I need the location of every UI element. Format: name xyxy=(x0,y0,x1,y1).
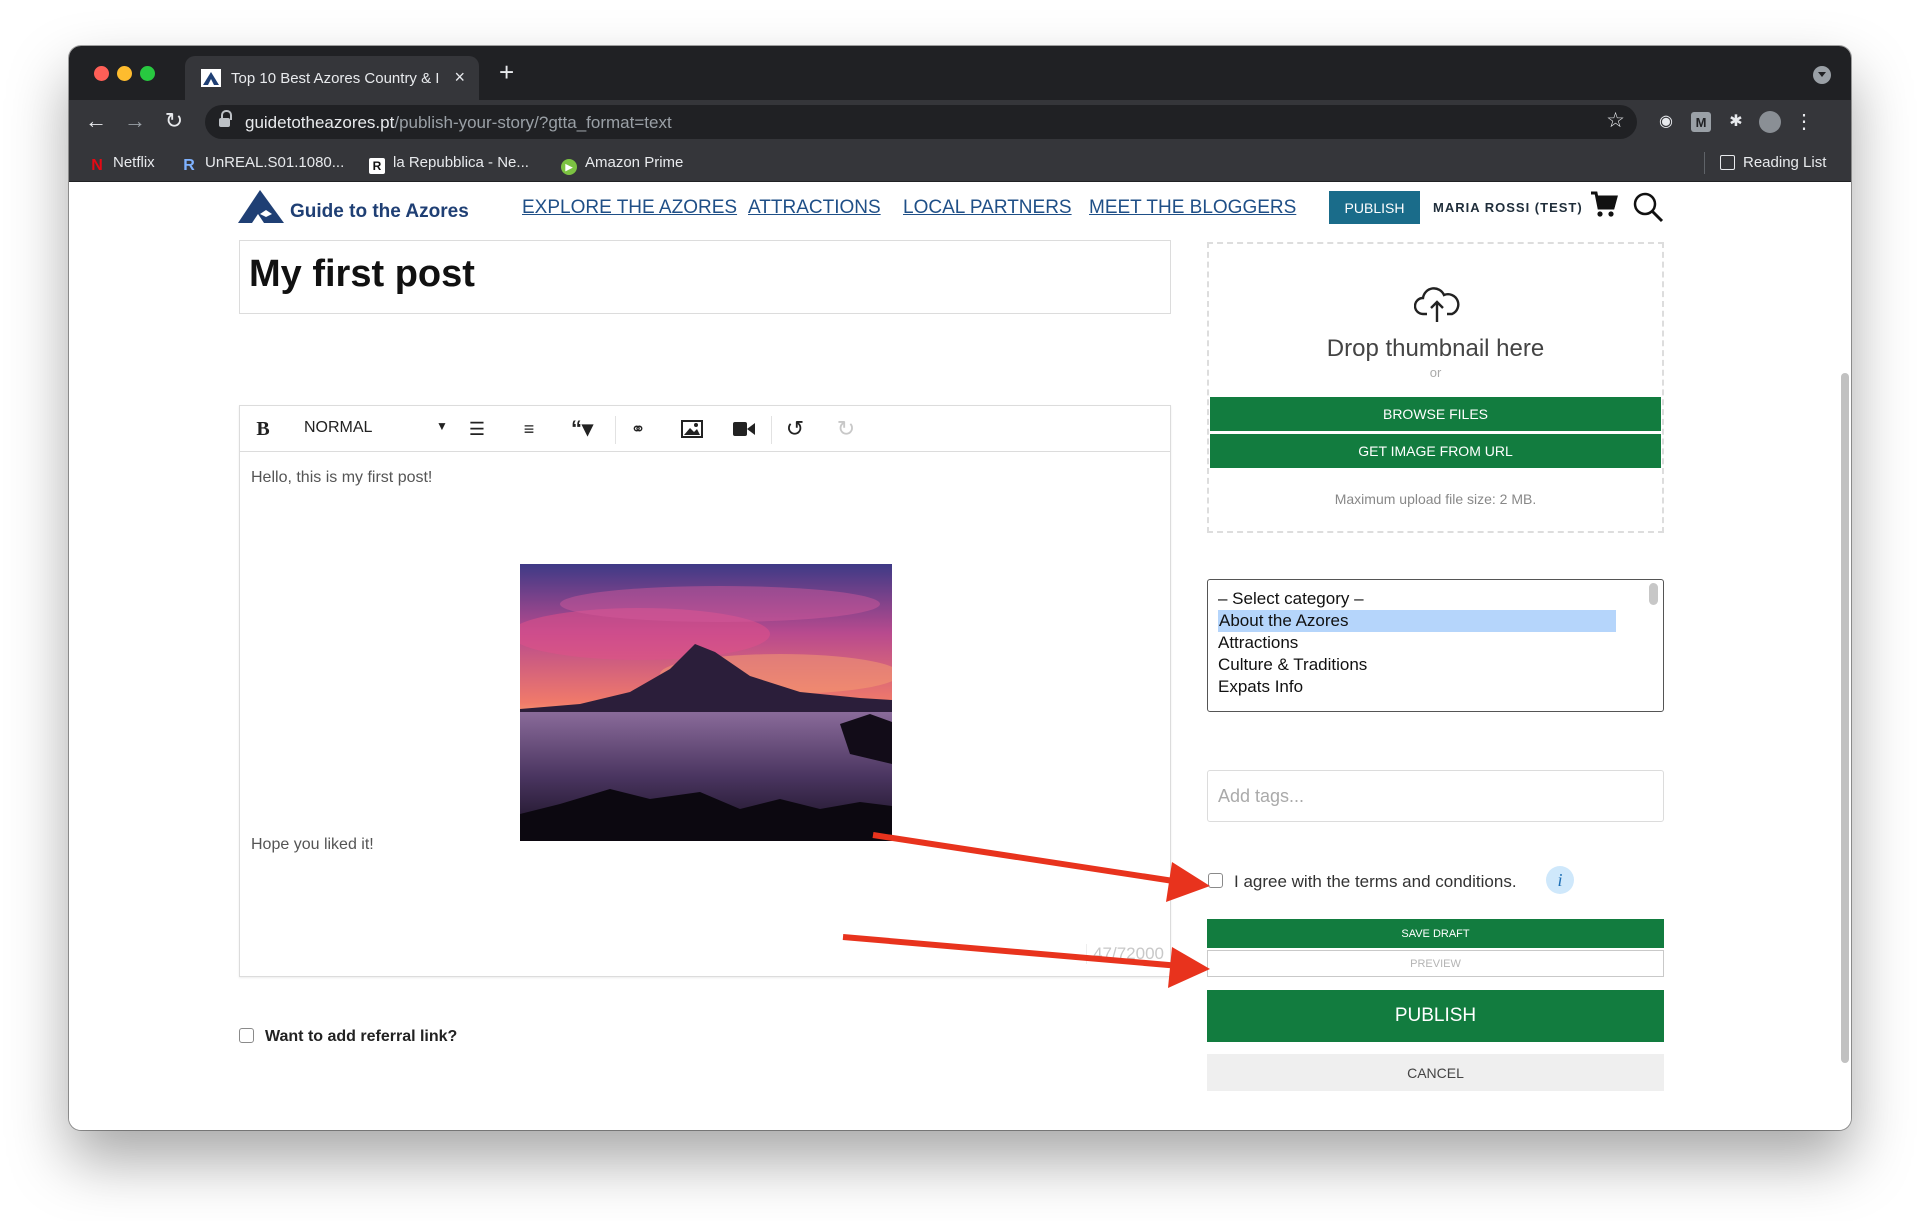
header-publish-button[interactable]: PUBLISH xyxy=(1329,191,1420,224)
tab-close-icon[interactable]: × xyxy=(454,66,465,88)
mountain-logo-icon xyxy=(238,190,284,223)
save-draft-button[interactable]: SAVE DRAFT xyxy=(1207,919,1664,948)
category-option-selected[interactable]: About the Azores xyxy=(1218,610,1616,632)
browser-menu-icon[interactable]: ⋮ xyxy=(1793,111,1815,133)
category-select[interactable]: – Select category – About the Azores Att… xyxy=(1207,579,1664,712)
user-name[interactable]: MARIA ROSSI (TEST) xyxy=(1433,200,1583,215)
terms-checkbox[interactable] xyxy=(1208,873,1223,888)
editor-toolbar: B NORMAL ▼ ☰ ≡ “▾ ⚭ ↺ ↻ xyxy=(240,406,1170,452)
link-icon[interactable]: ⚭ xyxy=(626,416,650,442)
bookmark-separator xyxy=(1704,152,1705,174)
terms-label: I agree with the terms and conditions. xyxy=(1234,872,1517,891)
lock-icon xyxy=(219,110,232,128)
close-window-button[interactable] xyxy=(94,66,109,81)
repubblica-icon: R xyxy=(369,158,385,174)
bullet-list-icon[interactable]: ≡ xyxy=(518,416,540,442)
tab-strip: Top 10 Best Azores Country & I × + xyxy=(69,46,1851,100)
thumbnail-drop-zone[interactable]: Drop thumbnail here or BROWSE FILES GET … xyxy=(1207,242,1664,533)
profile-avatar-icon[interactable] xyxy=(1759,111,1781,133)
netflix-icon: N xyxy=(91,157,103,174)
extension-m-icon[interactable]: M xyxy=(1691,112,1711,132)
undo-icon[interactable]: ↺ xyxy=(783,416,807,442)
referral-checkbox[interactable] xyxy=(239,1028,254,1043)
cancel-button[interactable]: CANCEL xyxy=(1207,1054,1664,1091)
format-select[interactable]: NORMAL xyxy=(304,419,372,437)
reload-icon[interactable]: ↻ xyxy=(159,106,189,136)
post-title-field[interactable]: My first post xyxy=(239,240,1171,314)
new-tab-button[interactable]: + xyxy=(499,59,514,85)
drop-thumbnail-title: Drop thumbnail here xyxy=(1326,335,1545,362)
bookmark-unreal[interactable]: R UnREAL.S01.1080... xyxy=(181,154,344,174)
rich-text-editor: B NORMAL ▼ ☰ ≡ “▾ ⚭ ↺ ↻ Hello, this is m… xyxy=(239,405,1171,977)
category-option[interactable]: Attractions xyxy=(1218,632,1298,654)
editor-line-1[interactable]: Hello, this is my first post! xyxy=(251,469,432,487)
drop-or-text: or xyxy=(1429,365,1442,380)
video-icon[interactable] xyxy=(733,422,755,436)
maximize-window-button[interactable] xyxy=(140,66,155,81)
quote-icon[interactable]: “▾ xyxy=(562,416,602,442)
back-arrow-icon[interactable]: ← xyxy=(81,106,111,136)
address-bar[interactable]: guidetotheazores.pt/publish-your-story/?… xyxy=(205,105,1637,139)
forward-arrow-icon[interactable]: → xyxy=(120,106,150,136)
nav-explore[interactable]: EXPLORE THE AZORES xyxy=(522,197,737,219)
terms-option: I agree with the terms and conditions. i xyxy=(1208,866,1574,894)
site-favicon-icon xyxy=(201,69,221,87)
bookmark-star-icon[interactable]: ☆ xyxy=(1606,108,1625,133)
info-icon[interactable]: i xyxy=(1546,866,1574,894)
bookmarks-bar: N Netflix R UnREAL.S01.1080... Rla Repubbl… xyxy=(69,144,1851,182)
category-option[interactable]: Culture & Traditions xyxy=(1218,654,1367,676)
category-option[interactable]: Expats Info xyxy=(1218,676,1303,698)
tags-input[interactable] xyxy=(1207,770,1664,822)
upload-size-note: Maximum upload file size: 2 MB. xyxy=(1334,491,1537,507)
editor-line-2[interactable]: Hope you liked it! xyxy=(251,836,374,854)
redo-icon[interactable]: ↻ xyxy=(834,416,858,442)
minimize-window-button[interactable] xyxy=(117,66,132,81)
bookmark-amazon-prime[interactable]: ▶ Amazon Prime xyxy=(561,154,683,175)
tab-title: Top 10 Best Azores Country & I xyxy=(231,70,440,87)
nav-local-partners[interactable]: LOCAL PARTNERS xyxy=(903,197,1072,219)
bookmark-netflix[interactable]: N Netflix xyxy=(89,154,154,174)
post-title-text: My first post xyxy=(249,253,475,295)
browser-tab[interactable]: Top 10 Best Azores Country & I × xyxy=(185,56,479,100)
search-icon[interactable] xyxy=(1632,191,1664,223)
get-image-from-url-button[interactable]: GET IMAGE FROM URL xyxy=(1210,434,1661,468)
referral-option: Want to add referral link? xyxy=(239,1028,457,1046)
r-logo-icon: R xyxy=(183,157,195,174)
image-icon[interactable] xyxy=(681,420,703,438)
nav-attractions[interactable]: ATTRACTIONS xyxy=(748,197,881,219)
site-logo[interactable]: Guide to the Azores xyxy=(238,190,478,230)
logo-text: Guide to the Azores xyxy=(290,201,469,222)
reading-list-icon xyxy=(1720,155,1735,170)
bookmark-repubblica[interactable]: Rla Repubblica - Ne... xyxy=(369,154,529,174)
page-scrollbar[interactable] xyxy=(1841,373,1849,1063)
category-option[interactable]: – Select category – xyxy=(1218,588,1364,610)
bold-button[interactable]: B xyxy=(254,416,272,442)
chevron-down-icon[interactable]: ▼ xyxy=(436,419,448,433)
ordered-list-icon[interactable]: ☰ xyxy=(466,416,488,442)
cloud-upload-icon xyxy=(1414,287,1460,322)
toolbar-separator xyxy=(615,416,616,444)
extension-mask-icon[interactable]: ◉ xyxy=(1655,111,1677,133)
browse-files-button[interactable]: BROWSE FILES xyxy=(1210,397,1661,431)
browser-toolbar: ← → ↻ guidetotheazores.pt/publish-your-s… xyxy=(69,100,1851,144)
referral-label: Want to add referral link? xyxy=(265,1028,458,1045)
toolbar-separator xyxy=(771,416,772,444)
sunset-mountain-image[interactable] xyxy=(520,564,892,841)
web-page: Guide to the Azores EXPLORE THE AZORES A… xyxy=(69,183,1851,1130)
url-text: guidetotheazores.pt/publish-your-story/?… xyxy=(245,113,672,132)
reading-list-button[interactable]: Reading List xyxy=(1720,154,1826,171)
category-list-scrollbar[interactable] xyxy=(1649,583,1658,605)
play-icon: ▶ xyxy=(561,159,577,175)
browser-window: Top 10 Best Azores Country & I × + ← → ↻… xyxy=(69,46,1851,1130)
tab-search-icon[interactable] xyxy=(1813,66,1831,84)
extensions-puzzle-icon[interactable]: ✱ xyxy=(1725,111,1747,133)
character-counter: 47/72000 xyxy=(1086,944,1164,964)
preview-button[interactable]: PREVIEW xyxy=(1207,950,1664,977)
publish-button[interactable]: PUBLISH xyxy=(1207,990,1664,1042)
screenshot-stage: Top 10 Best Azores Country & I × + ← → ↻… xyxy=(0,0,1920,1221)
cart-icon[interactable] xyxy=(1590,190,1618,220)
nav-meet-the-bloggers[interactable]: MEET THE BLOGGERS xyxy=(1089,197,1296,219)
